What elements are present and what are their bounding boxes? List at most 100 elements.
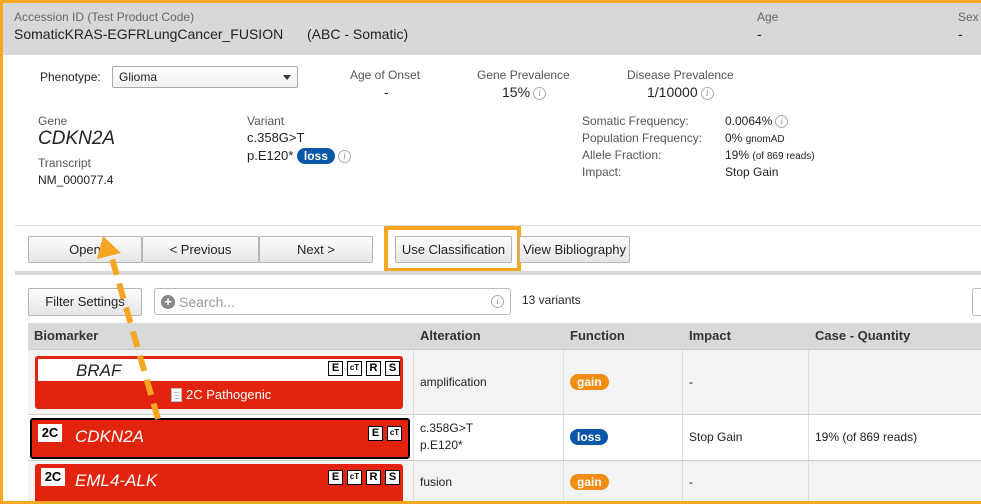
info-icon[interactable]: i — [337, 150, 351, 164]
open-button[interactable]: Open — [28, 236, 142, 263]
gene-prevalence-label: Gene Prevalence — [477, 68, 570, 82]
function-badge: gain — [570, 374, 609, 390]
previous-button[interactable]: < Previous — [142, 236, 259, 263]
somatic-frequency-label: Somatic Frequency: — [582, 114, 689, 128]
variant-p-row: p.E120* loss i — [247, 148, 351, 164]
column-divider — [808, 461, 809, 501]
impact-label: Impact: — [582, 165, 622, 179]
impact-value: Stop Gain — [725, 165, 779, 179]
table-row[interactable]: BRAF E cT R S 2C Pathogenic amplificatio… — [28, 350, 981, 415]
variant-p-value: p.E120* — [247, 148, 294, 163]
table-row-selected[interactable]: 2C CDKN2A E cT c.358G>T p.E120* loss Sto… — [28, 415, 981, 461]
column-divider — [808, 415, 809, 460]
accession-label: Accession ID (Test Product Code) — [14, 10, 195, 24]
age-value: - — [757, 26, 762, 42]
tier-badge: 2C — [38, 424, 62, 442]
use-classification-highlight — [384, 226, 521, 272]
function-cell: loss — [570, 429, 609, 445]
accession-value: SomaticKRAS-EGFRLungCancer_FUSION — [14, 26, 284, 42]
info-icon[interactable]: i — [700, 86, 714, 100]
allele-fraction-wrap: 19% (of 869 reads) — [725, 148, 815, 162]
population-frequency-wrap: 0% gnomAD — [725, 131, 785, 145]
impact-cell: - — [689, 375, 693, 389]
evidence-ct-icon: cT — [347, 470, 362, 485]
evidence-ct-icon: cT — [347, 361, 362, 376]
phenotype-label: Phenotype: — [40, 70, 101, 84]
document-icon — [171, 388, 182, 402]
alteration-protein-cell: p.E120* — [420, 438, 463, 452]
column-divider — [682, 350, 683, 414]
variant-search[interactable]: + Search... i — [154, 288, 511, 315]
transcript-value: NM_000077.4 — [38, 173, 114, 187]
gene-prevalence-value-wrap: 15% i — [502, 84, 547, 100]
allele-fraction-label: Allele Fraction: — [582, 148, 662, 162]
column-divider — [413, 350, 414, 414]
phenotype-selected-value: Glioma — [119, 70, 158, 84]
column-header-function[interactable]: Function — [570, 328, 625, 343]
gene-prevalence-value: 15% — [502, 84, 531, 100]
evidence-ct-icon: cT — [387, 426, 402, 441]
function-badge: loss — [296, 148, 335, 164]
classification-label: 2C Pathogenic — [186, 387, 272, 402]
disease-prevalence-label: Disease Prevalence — [627, 68, 734, 82]
evidence-r-icon: R — [366, 361, 381, 376]
case-header: Accession ID (Test Product Code) Somatic… — [3, 3, 981, 55]
info-icon[interactable]: i — [775, 115, 789, 129]
column-divider — [682, 415, 683, 460]
biomarker-card[interactable]: BRAF E cT R S 2C Pathogenic — [35, 356, 403, 409]
column-divider — [413, 415, 414, 460]
tier-badge: 2C — [41, 468, 65, 486]
variant-count: 13 variants — [522, 293, 581, 307]
sex-label: Sex — [958, 10, 979, 24]
add-filter-icon[interactable]: + — [161, 295, 175, 309]
age-onset-value: - — [384, 84, 389, 100]
toolbar-button-partial[interactable] — [972, 288, 981, 316]
biomarker-card[interactable]: 2C EML4-ALK E cT R S — [35, 464, 403, 501]
transcript-label: Transcript — [38, 156, 91, 170]
age-onset-label: Age of Onset — [350, 68, 421, 82]
info-icon[interactable]: i — [491, 295, 504, 308]
column-header-case-quantity[interactable]: Case - Quantity — [815, 328, 910, 343]
info-icon[interactable]: i — [533, 86, 547, 100]
sex-value: - — [958, 26, 963, 42]
column-divider — [682, 461, 683, 501]
allele-fraction-note: (of 869 reads) — [752, 151, 815, 162]
column-header-alteration[interactable]: Alteration — [420, 328, 481, 343]
population-frequency-label: Population Frequency: — [582, 131, 703, 145]
filter-settings-button[interactable]: Filter Settings — [28, 288, 142, 316]
alteration-cell: amplification — [420, 375, 487, 389]
disease-prevalence-value: 1/10000 — [647, 84, 698, 100]
evidence-s-icon: S — [385, 361, 400, 376]
evidence-e-icon: E — [328, 361, 343, 376]
function-cell: gain — [570, 374, 609, 390]
next-button[interactable]: Next > — [259, 236, 373, 263]
column-header-impact[interactable]: Impact — [689, 328, 731, 343]
section-separator — [15, 271, 981, 275]
biomarker-gene: CDKN2A — [75, 427, 144, 446]
search-input[interactable]: Search... — [179, 294, 235, 310]
evidence-e-icon: E — [328, 470, 343, 485]
biomarker-gene: EML4-ALK — [75, 471, 158, 490]
alteration-cell: fusion — [420, 475, 453, 489]
impact-cell: - — [689, 475, 693, 489]
column-divider — [413, 461, 414, 501]
variant-label: Variant — [247, 114, 285, 128]
evidence-s-icon: S — [385, 470, 400, 485]
function-cell: gain — [570, 474, 609, 490]
app-frame: Accession ID (Test Product Code) Somatic… — [0, 0, 981, 504]
table-row[interactable]: 2C EML4-ALK E cT R S fusion gain - — [28, 461, 981, 501]
somatic-frequency-value: 0.0064% — [725, 114, 773, 128]
column-divider — [808, 350, 809, 414]
chevron-down-icon — [283, 75, 291, 80]
alteration-cell: c.358G>T — [420, 421, 474, 435]
disease-prevalence-value-wrap: 1/10000 i — [647, 84, 714, 100]
column-divider — [563, 461, 564, 501]
biomarker-card[interactable]: 2C CDKN2A E cT — [30, 418, 410, 459]
impact-cell: Stop Gain — [689, 430, 743, 444]
gene-value: CDKN2A — [38, 128, 116, 149]
function-badge: loss — [570, 429, 609, 445]
column-header-biomarker[interactable]: Biomarker — [34, 328, 98, 343]
variant-c-value: c.358G>T — [247, 130, 305, 145]
view-bibliography-button[interactable]: View Bibliography — [519, 236, 630, 263]
phenotype-select[interactable]: Glioma — [112, 66, 298, 88]
